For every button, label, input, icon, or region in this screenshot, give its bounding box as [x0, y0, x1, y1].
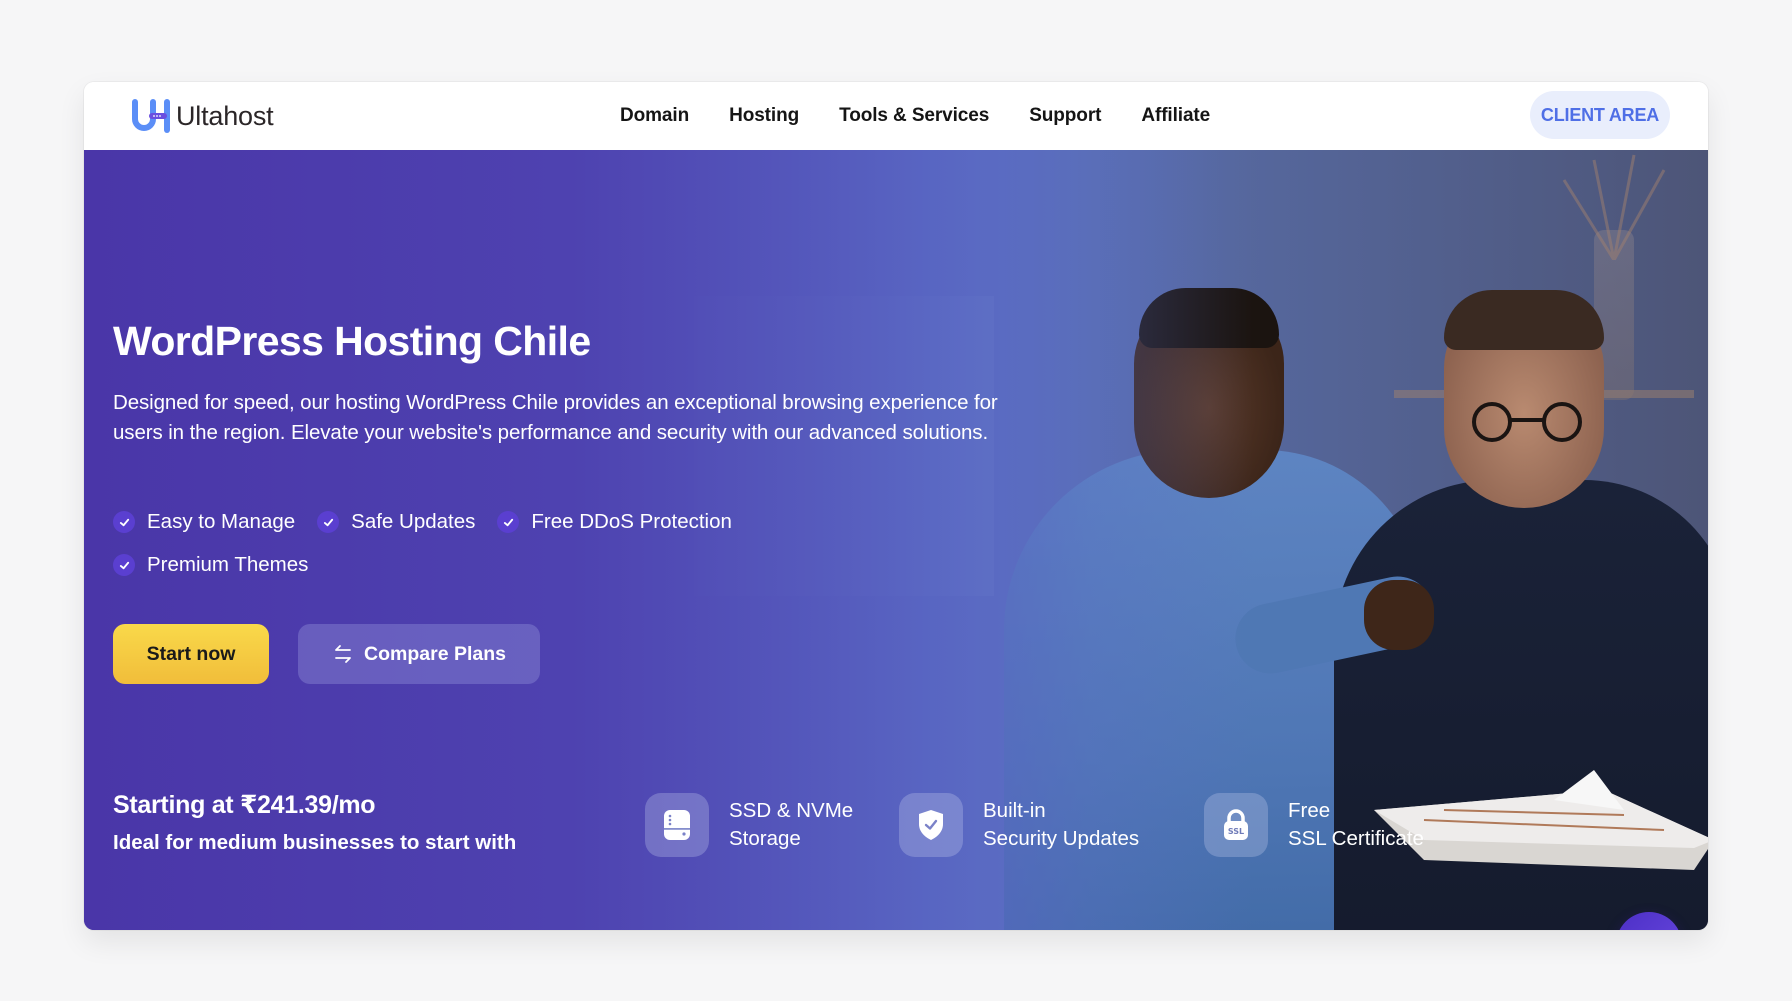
compare-plans-button[interactable]: Compare Plans — [298, 624, 540, 684]
perk-ssl: SSL Free SSL Certificate — [1204, 793, 1424, 857]
svg-text:SSL: SSL — [1228, 827, 1244, 836]
feature-label: Free DDoS Protection — [531, 510, 732, 533]
perk-line1: Free — [1288, 799, 1331, 822]
feature-item: Premium Themes — [113, 553, 308, 577]
check-icon — [113, 554, 135, 576]
check-icon — [497, 511, 520, 533]
site-header: Ultahost Domain Hosting Tools & Services… — [84, 82, 1708, 150]
nav-hosting[interactable]: Hosting — [729, 105, 799, 127]
shield-check-icon — [919, 810, 943, 840]
price-subtitle: Ideal for medium businesses to start wit… — [113, 831, 517, 854]
ssl-lock-icon: SSL — [1224, 809, 1248, 840]
uh-logo-icon — [132, 99, 170, 133]
client-area-button[interactable]: CLIENT AREA — [1530, 91, 1670, 139]
compare-plans-label: Compare Plans — [364, 642, 506, 665]
feature-checklist: Easy to Manage Safe Updates Free DDoS Pr… — [113, 510, 833, 577]
hero-description: Designed for speed, our hosting WordPres… — [113, 391, 998, 444]
perk-line2: Storage — [729, 827, 801, 850]
nav-domain[interactable]: Domain — [620, 105, 689, 127]
feature-label: Safe Updates — [351, 510, 476, 533]
hero-section: WordPress Hosting Chile Designed for spe… — [84, 150, 1708, 930]
perk-line2: Security Updates — [983, 827, 1140, 850]
check-icon — [317, 511, 340, 533]
logo-text: Ultahost — [176, 100, 274, 131]
arrows-swap-icon — [335, 645, 351, 663]
page-card: Ultahost Domain Hosting Tools & Services… — [84, 82, 1708, 930]
perk-line1: Built-in — [983, 799, 1046, 822]
check-icon — [113, 511, 135, 533]
nav-support[interactable]: Support — [1029, 105, 1101, 127]
feature-label: Easy to Manage — [147, 510, 296, 533]
feature-item: Easy to Manage — [113, 510, 295, 534]
perk-security: Built-in Security Updates — [899, 793, 1139, 857]
feature-label: Premium Themes — [147, 553, 309, 576]
start-now-button[interactable]: Start now — [113, 624, 269, 684]
perk-line1: SSD & NVMe — [729, 799, 854, 822]
main-nav: Domain Hosting Tools & Services Support … — [620, 82, 1250, 150]
storage-drive-icon — [664, 810, 690, 840]
hero-title: WordPress Hosting Chile — [113, 318, 591, 364]
logo[interactable]: Ultahost — [131, 98, 274, 134]
feature-item: Free DDoS Protection — [497, 510, 732, 534]
perk-storage: SSD & NVMe Storage — [645, 793, 853, 857]
nav-tools-services[interactable]: Tools & Services — [839, 105, 989, 127]
feature-item: Safe Updates — [317, 510, 475, 534]
starting-price: Starting at ₹241.39/mo — [113, 791, 376, 819]
perk-line2: SSL Certificate — [1288, 827, 1424, 850]
nav-affiliate[interactable]: Affiliate — [1141, 105, 1210, 127]
